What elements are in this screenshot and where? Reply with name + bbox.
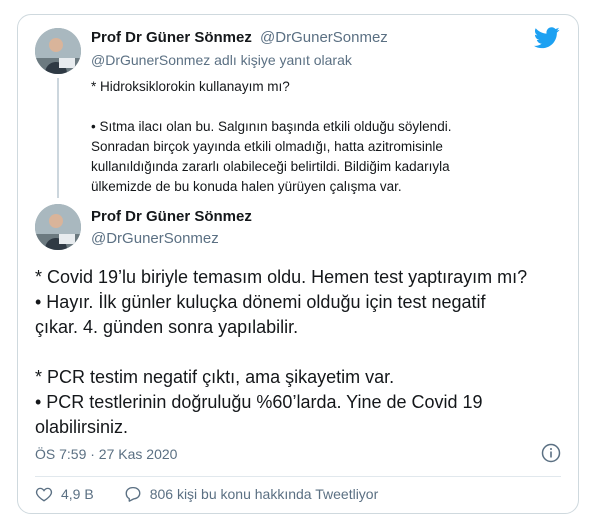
- tweet-line: kullanıldığında zararlı olabileceği beli…: [91, 159, 450, 174]
- tweet-line: * Covid 19’lu biriyle temasım oldu. Heme…: [35, 267, 528, 287]
- replying-to[interactable]: @DrGunerSonmez adlı kişiye yanıt olarak: [91, 52, 352, 68]
- handle[interactable]: @DrGunerSonmez: [91, 230, 219, 247]
- divider: [35, 476, 561, 477]
- tweet-line: olabilirsiniz.: [35, 417, 129, 437]
- info-icon[interactable]: [541, 443, 561, 463]
- tweet-line: * Hidroksiklorokin kullanayım mı?: [91, 79, 290, 94]
- tweet-line: çıkar. 4. günden sonra yapılabilir.: [35, 317, 299, 337]
- avatar[interactable]: [35, 204, 81, 250]
- parent-author[interactable]: Prof Dr Güner Sönmez @DrGunerSonmez: [91, 29, 388, 46]
- tweet-line: ülkemizde de bu konuda halen yürüyen çal…: [91, 179, 402, 194]
- tweet-line: • PCR testlerinin doğruluğu %60’larda. Y…: [35, 392, 483, 412]
- avatar[interactable]: [35, 28, 81, 74]
- main-tweet-text: * Covid 19’lu biriyle temasım oldu. Heme…: [35, 265, 570, 440]
- reply-button[interactable]: 806 kişi bu konu hakkında Tweetliyor: [124, 485, 379, 503]
- parent-tweet-text: * Hidroksiklorokin kullanayım mı? • Sıtm…: [91, 77, 561, 197]
- twitter-bird-icon[interactable]: [534, 27, 560, 49]
- like-count: 4,9 B: [61, 486, 94, 502]
- tweet-actions: 4,9 B 806 kişi bu konu hakkında Tweetliy…: [35, 485, 378, 503]
- tweet-line: * PCR testim negatif çıktı, ama şikayeti…: [35, 367, 395, 387]
- heart-icon: [35, 487, 53, 502]
- comment-icon: [125, 486, 141, 502]
- display-name[interactable]: Prof Dr Güner Sönmez: [91, 208, 252, 225]
- tweet-card: Prof Dr Güner Sönmez @DrGunerSonmez @DrG…: [17, 14, 579, 514]
- display-name[interactable]: Prof Dr Güner Sönmez: [91, 29, 252, 46]
- tweet-line: • Sıtma ilacı olan bu. Salgının başında …: [91, 119, 452, 134]
- conversation-text: 806 kişi bu konu hakkında Tweetliyor: [149, 486, 379, 502]
- tweet-timestamp[interactable]: ÖS 7:59 · 27 Kas 2020: [35, 446, 177, 462]
- handle[interactable]: @DrGunerSonmez: [260, 29, 388, 46]
- thread-connector: [57, 78, 59, 198]
- tweet-line: Sonradan birçok yayında etkili olmadığı,…: [91, 139, 443, 154]
- like-button[interactable]: 4,9 B: [35, 485, 94, 503]
- tweet-line: • Hayır. İlk günler kuluçka dönemi olduğ…: [35, 292, 486, 312]
